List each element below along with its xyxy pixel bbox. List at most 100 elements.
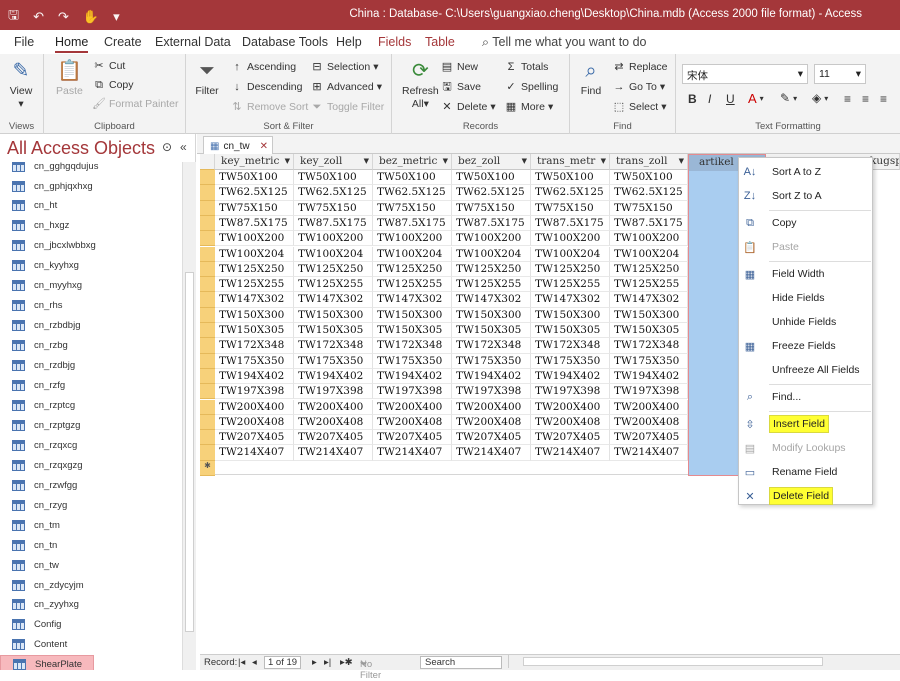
prev-record-button[interactable]: ◂ bbox=[252, 657, 257, 668]
new-record-button[interactable]: ▤ New bbox=[440, 60, 478, 74]
table-cell[interactable]: TW147X302 bbox=[452, 292, 531, 308]
table-cell[interactable]: TW50X100 bbox=[215, 170, 294, 186]
row-selector[interactable] bbox=[200, 399, 215, 415]
table-cell[interactable]: TW87.5X175 bbox=[531, 215, 610, 232]
align-center-button[interactable]: ≡ bbox=[862, 92, 869, 106]
table-cell[interactable]: TW200X408 bbox=[610, 414, 688, 431]
tab-fields[interactable]: Fields bbox=[378, 35, 411, 49]
table-cell[interactable]: TW175X350 bbox=[610, 353, 688, 369]
table-cell[interactable]: TW50X100 bbox=[610, 170, 688, 186]
column-header[interactable]: bez_metric ▼ bbox=[373, 154, 452, 170]
row-selector[interactable] bbox=[200, 231, 215, 247]
table-cell[interactable]: TW175X350 bbox=[531, 353, 610, 369]
table-cell[interactable]: TW200X408 bbox=[452, 414, 531, 431]
menu-item-copy[interactable]: ⧉ Copy bbox=[739, 212, 872, 234]
table-cell[interactable]: TW100X204 bbox=[294, 246, 373, 262]
tab-help[interactable]: Help bbox=[336, 35, 362, 49]
table-cell[interactable]: TW100X204 bbox=[610, 246, 688, 262]
undo-icon[interactable]: ↶ bbox=[33, 9, 44, 25]
table-cell[interactable]: TW100X200 bbox=[215, 231, 294, 247]
nav-item[interactable]: cn_rzbdbjg bbox=[0, 316, 182, 336]
nav-item[interactable]: cn_myyhxg bbox=[0, 276, 182, 296]
table-cell[interactable]: TW62.5X125 bbox=[373, 185, 452, 201]
row-selector[interactable] bbox=[200, 445, 215, 461]
tab-file[interactable]: File bbox=[14, 35, 34, 49]
table-cell[interactable]: TW172X348 bbox=[373, 338, 452, 354]
nav-item[interactable]: cn_zdycyjm bbox=[0, 575, 182, 595]
customize-qat-icon[interactable]: ▾ bbox=[113, 9, 120, 25]
descending-button[interactable]: ↓ Descending bbox=[230, 80, 302, 94]
filter-button[interactable]: ⏷ Filter bbox=[194, 58, 220, 97]
column-dropdown-icon[interactable]: ▼ bbox=[522, 154, 527, 169]
cut-button[interactable]: ✂ Cut bbox=[92, 59, 125, 73]
nav-item[interactable]: cn_rzqxgzg bbox=[0, 455, 182, 475]
totals-button[interactable]: Σ Totals bbox=[504, 60, 549, 74]
redo-icon[interactable]: ↷ bbox=[58, 9, 69, 25]
menu-item-hide-fields[interactable]: Hide Fields bbox=[739, 287, 872, 309]
table-cell[interactable]: TW125X255 bbox=[531, 277, 610, 293]
table-cell[interactable]: TW75X150 bbox=[294, 200, 373, 216]
nav-item[interactable]: cn_rzyg bbox=[0, 495, 182, 515]
spelling-button[interactable]: ✓ Spelling bbox=[504, 80, 558, 94]
align-left-button[interactable]: ≡ bbox=[844, 92, 851, 106]
row-selector[interactable] bbox=[200, 414, 215, 431]
table-cell[interactable]: TW62.5X125 bbox=[531, 185, 610, 201]
row-selector[interactable] bbox=[200, 338, 215, 354]
table-cell[interactable]: TW207X405 bbox=[294, 430, 373, 446]
column-header[interactable]: bez_zoll ▼ bbox=[452, 154, 531, 170]
row-selector[interactable] bbox=[200, 353, 215, 369]
remove-sort-button[interactable]: ⇅ Remove Sort bbox=[230, 100, 308, 114]
font-name-select[interactable]: 宋体 ▾ bbox=[682, 64, 808, 84]
table-cell[interactable]: TW125X250 bbox=[452, 261, 531, 278]
row-selector[interactable] bbox=[200, 261, 215, 278]
save-record-button[interactable]: 🖫 Save bbox=[440, 80, 481, 94]
refresh-all-button[interactable]: ⟳ Refresh All▾ bbox=[402, 58, 439, 110]
save-icon[interactable]: 🖫 bbox=[8, 6, 19, 28]
nav-item[interactable]: cn_kyyhxg bbox=[0, 256, 182, 276]
table-cell[interactable]: TW207X405 bbox=[452, 430, 531, 446]
row-selector[interactable] bbox=[200, 368, 215, 385]
table-cell[interactable]: TW125X250 bbox=[531, 261, 610, 278]
column-dropdown-icon[interactable]: ▼ bbox=[601, 154, 606, 169]
table-cell[interactable]: TW62.5X125 bbox=[215, 185, 294, 201]
table-cell[interactable]: TW214X407 bbox=[215, 445, 294, 461]
new-record-nav-button[interactable]: ▸✱ bbox=[340, 657, 353, 668]
nav-item[interactable]: Config bbox=[0, 615, 182, 635]
nav-item[interactable]: cn_rhs bbox=[0, 296, 182, 316]
horizontal-scrollbar[interactable] bbox=[508, 655, 900, 668]
table-cell[interactable]: TW147X302 bbox=[531, 292, 610, 308]
menu-item-paste[interactable]: 📋 Paste bbox=[739, 236, 872, 258]
font-color-button[interactable]: A ▾ bbox=[748, 91, 764, 106]
table-cell[interactable]: TW197X398 bbox=[373, 384, 452, 400]
table-cell[interactable]: TW125X255 bbox=[215, 277, 294, 293]
table-cell[interactable]: TW150X305 bbox=[452, 323, 531, 339]
table-cell[interactable]: TW62.5X125 bbox=[294, 185, 373, 201]
row-selector[interactable] bbox=[200, 307, 215, 323]
collapse-pane-icon[interactable]: « bbox=[180, 140, 187, 154]
table-cell[interactable]: TW150X305 bbox=[610, 323, 688, 339]
paste-button[interactable]: 📋 Paste bbox=[56, 58, 83, 97]
table-cell[interactable]: TW125X255 bbox=[452, 277, 531, 293]
goto-button[interactable]: → Go To ▾ bbox=[612, 80, 666, 94]
table-cell[interactable]: TW175X350 bbox=[452, 353, 531, 369]
row-selector[interactable] bbox=[200, 185, 215, 201]
table-cell[interactable]: TW207X405 bbox=[531, 430, 610, 446]
table-cell[interactable]: TW100X200 bbox=[610, 231, 688, 247]
table-cell[interactable]: TW197X398 bbox=[610, 384, 688, 400]
table-cell[interactable]: TW75X150 bbox=[373, 200, 452, 216]
table-cell[interactable]: TW50X100 bbox=[294, 170, 373, 186]
table-cell[interactable]: TW50X100 bbox=[452, 170, 531, 186]
nav-item[interactable]: cn_tn bbox=[0, 535, 182, 555]
table-cell[interactable]: TW150X305 bbox=[294, 323, 373, 339]
align-right-button[interactable]: ≡ bbox=[880, 92, 887, 106]
table-cell[interactable]: TW100X204 bbox=[531, 246, 610, 262]
table-cell[interactable]: TW200X408 bbox=[531, 414, 610, 431]
table-cell[interactable]: TW194X402 bbox=[610, 368, 688, 385]
next-record-button[interactable]: ▸ bbox=[312, 657, 317, 668]
horizontal-scroll-thumb[interactable] bbox=[523, 657, 823, 666]
menu-item-field-width[interactable]: ▦ Field Width bbox=[739, 263, 872, 285]
select-button[interactable]: ⬚ Select ▾ bbox=[612, 100, 667, 114]
table-cell[interactable]: TW75X150 bbox=[452, 200, 531, 216]
format-painter-button[interactable]: 🖌 Format Painter bbox=[92, 97, 178, 111]
toggle-filter-button[interactable]: ⏷ Toggle Filter bbox=[310, 100, 385, 114]
